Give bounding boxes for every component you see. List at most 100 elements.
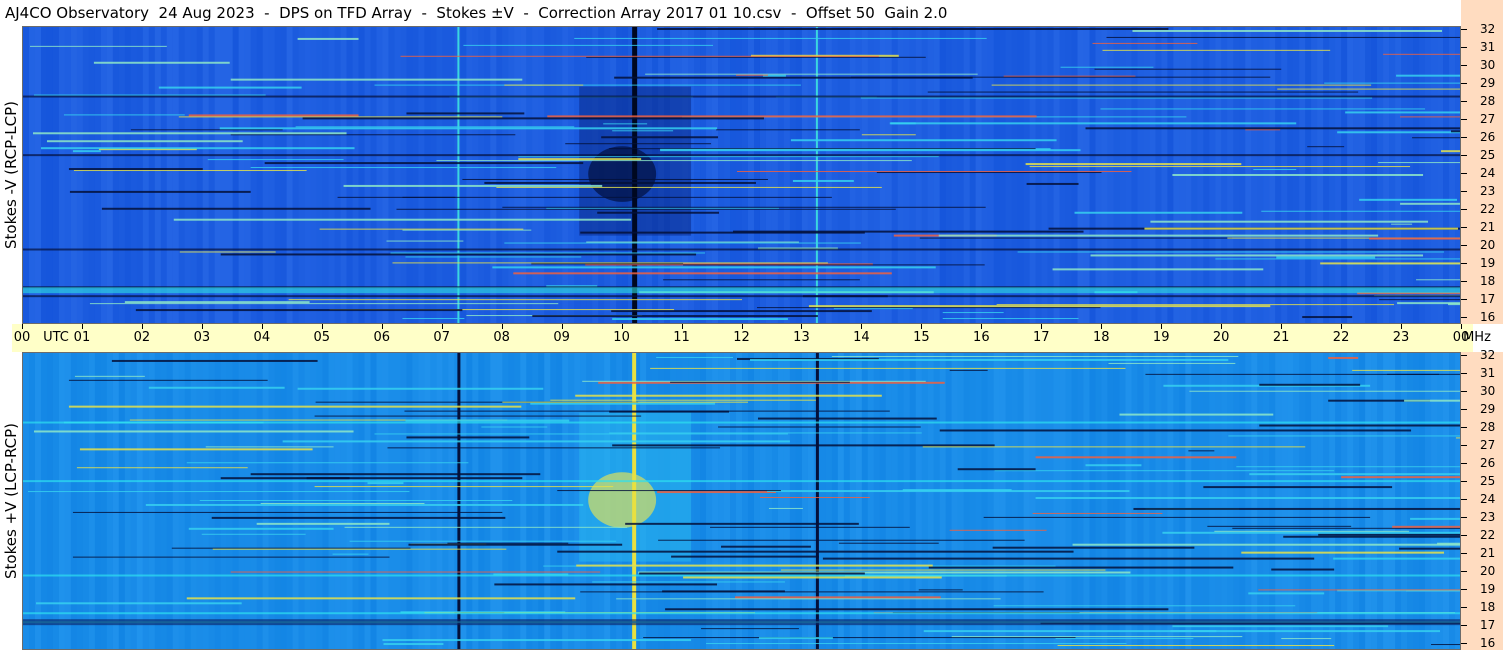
heatmap-band — [1150, 220, 1429, 223]
heatmap-column — [795, 353, 802, 649]
heatmap-column — [1083, 353, 1090, 649]
y-tick-label: 27 — [1480, 438, 1496, 452]
heatmap-column — [783, 27, 790, 323]
heatmap-column — [700, 27, 707, 323]
heatmap-persistent-line — [23, 612, 1460, 615]
heatmap-band — [1133, 507, 1460, 510]
heatmap-column — [1149, 27, 1156, 323]
heatmap-band — [1144, 227, 1459, 230]
heatmap-column — [532, 27, 539, 323]
heatmap-column — [891, 27, 898, 323]
y-tick-label: 19 — [1480, 582, 1496, 596]
heatmap-band — [860, 97, 1373, 99]
heatmap-column — [76, 353, 83, 649]
heatmap-band — [822, 557, 1315, 560]
heatmap-column — [1443, 27, 1450, 323]
heatmap-band — [1276, 256, 1376, 259]
x-tick-label: 22 — [1332, 330, 1350, 345]
heatmap-band — [297, 387, 544, 390]
x-tick-label: 00 — [13, 330, 31, 345]
heatmap-band — [1400, 202, 1460, 205]
heatmap-column — [496, 27, 503, 323]
heatmap-band — [660, 149, 1081, 152]
heatmap-column — [939, 353, 946, 649]
heatmap-column — [981, 353, 988, 649]
heatmap-band — [72, 556, 390, 558]
heatmap-column — [70, 353, 77, 649]
heatmap-band — [314, 486, 614, 488]
heatmap-column — [28, 27, 35, 323]
heatmap-column — [1413, 353, 1420, 649]
heatmap-column — [406, 27, 413, 323]
heatmap-band — [1162, 531, 1460, 534]
heatmap-band — [1214, 530, 1410, 532]
heatmap-column — [328, 27, 335, 323]
y-tick-mark — [1461, 119, 1467, 120]
x-tick-label: 04 — [253, 330, 271, 345]
heatmap-column — [759, 27, 766, 323]
heatmap-column — [166, 27, 173, 323]
heatmap-column — [1197, 353, 1204, 649]
heatmap-column — [1203, 353, 1210, 649]
y-tick-label: 31 — [1480, 366, 1496, 380]
heatmap-band — [230, 571, 601, 573]
heatmap-column — [849, 353, 856, 649]
heatmap-band — [683, 576, 942, 579]
heatmap-column — [424, 27, 431, 323]
heatmap-column — [1365, 353, 1372, 649]
y-unit-label: MHz — [1463, 330, 1491, 345]
heatmap-column — [724, 353, 731, 649]
heatmap-column — [933, 353, 940, 649]
heatmap-band — [601, 136, 719, 139]
heatmap-column — [921, 27, 928, 323]
heatmap-band — [919, 237, 1233, 239]
heatmap-band — [1100, 108, 1426, 110]
heatmap-column — [843, 353, 850, 649]
y-tick-mark — [1461, 535, 1467, 536]
heatmap-column — [1083, 27, 1090, 323]
heatmap-column — [789, 353, 796, 649]
x-tick-label: 13 — [793, 330, 810, 345]
heatmap-column — [526, 353, 533, 649]
heatmap-band — [1431, 644, 1460, 646]
heatmap-band — [33, 94, 266, 96]
heatmap-band — [93, 61, 230, 64]
heatmap-column — [34, 353, 41, 649]
y-tick-mark — [1461, 553, 1467, 554]
heatmap-column — [1275, 353, 1282, 649]
heatmap-column — [1113, 353, 1120, 649]
heatmap-column — [1371, 353, 1378, 649]
heatmap-column — [124, 27, 131, 323]
heatmap-column — [364, 27, 371, 323]
heatmap-band — [207, 159, 344, 161]
heatmap-column — [1089, 353, 1096, 649]
x-tick-label: 02 — [133, 330, 151, 345]
y-tick-mark — [1461, 409, 1467, 410]
heatmap-column — [316, 27, 323, 323]
heatmap-column — [1431, 353, 1438, 649]
heatmap-column — [76, 27, 83, 323]
heatmap-band — [1324, 82, 1460, 84]
y-tick-label: 17 — [1480, 618, 1496, 632]
freq-axis-top: 32 31 30 29 28 27 26 25 24 23 22 21 20 19 18 17 16 — [1461, 22, 1503, 324]
heatmap-column — [1095, 27, 1102, 323]
heatmap-band — [1085, 464, 1142, 467]
y-tick-mark — [1461, 517, 1467, 518]
heatmap-band — [188, 527, 334, 530]
heatmap-band — [387, 447, 721, 449]
heatmap-band — [1092, 42, 1198, 44]
heatmap-band — [768, 507, 803, 509]
heatmap-band — [643, 637, 1076, 639]
time-axis: 00 01 02 03 04 05 06 07 08 09 10 11 12 13 14 15 16 17 18 19… — [12, 324, 1491, 352]
heatmap-band — [220, 253, 697, 256]
heatmap-column — [1029, 27, 1036, 323]
heatmap-column — [322, 27, 329, 323]
heatmap-column — [106, 27, 113, 323]
y-tick-mark — [1461, 499, 1467, 500]
heatmap-column — [1077, 353, 1084, 649]
x-tick-label: 08 — [493, 330, 510, 345]
heatmap-band — [302, 117, 764, 120]
heatmap-column — [280, 27, 287, 323]
heatmap-band — [513, 272, 892, 275]
heatmap-band — [1261, 210, 1460, 212]
